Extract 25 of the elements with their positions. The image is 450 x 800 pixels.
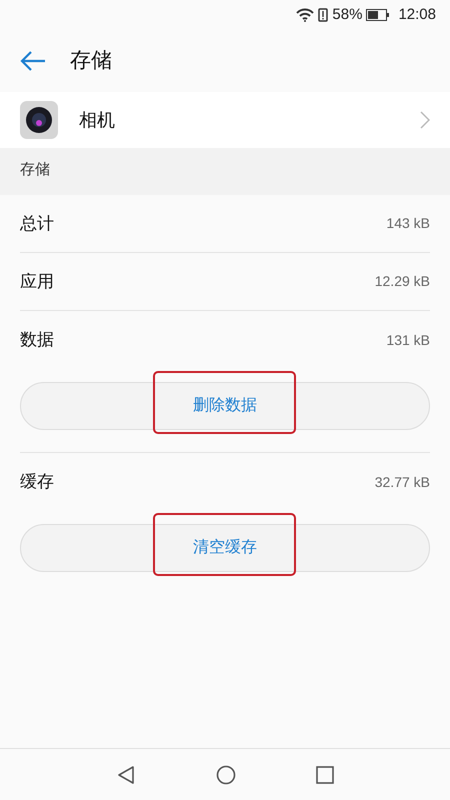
action-button[interactable]: 删除数据 bbox=[20, 382, 430, 430]
camera-app-icon bbox=[20, 101, 58, 139]
clock: 12:08 bbox=[398, 4, 436, 25]
chevron-right-icon bbox=[420, 111, 430, 129]
action-button[interactable]: 清空缓存 bbox=[20, 524, 430, 572]
storage-value: 12.29 kB bbox=[374, 272, 430, 291]
recents-icon[interactable] bbox=[316, 766, 334, 784]
storage-label: 缓存 bbox=[20, 471, 54, 494]
home-icon[interactable] bbox=[216, 764, 236, 784]
storage-label: 应用 bbox=[20, 270, 54, 293]
back-arrow-icon[interactable] bbox=[20, 50, 46, 72]
back-icon[interactable] bbox=[116, 764, 136, 784]
app-row[interactable]: 相机 bbox=[0, 92, 450, 148]
battery-percent: 58% bbox=[332, 4, 362, 25]
storage-value: 143 kB bbox=[386, 214, 430, 233]
page-title: 存储 bbox=[70, 48, 112, 74]
app-name: 相机 bbox=[79, 108, 116, 132]
section-header: 存储 bbox=[20, 160, 50, 180]
wifi-icon bbox=[296, 8, 314, 22]
storage-label: 数据 bbox=[20, 329, 54, 352]
storage-value: 131 kB bbox=[386, 330, 430, 350]
storage-label: 总计 bbox=[20, 212, 54, 235]
battery-icon bbox=[366, 9, 390, 21]
storage-value: 32.77 kB bbox=[374, 472, 430, 492]
alert-icon bbox=[318, 8, 328, 22]
